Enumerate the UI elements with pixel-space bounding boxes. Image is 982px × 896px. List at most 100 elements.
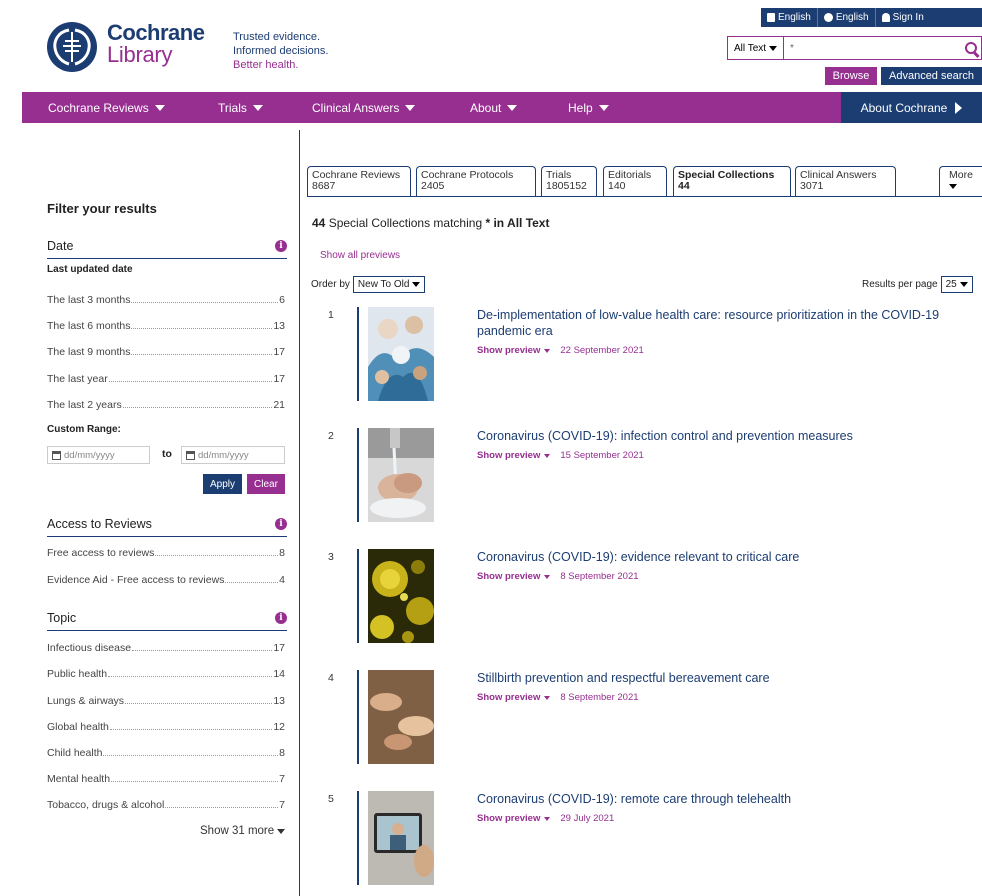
filter-option[interactable]: Lungs & airways 13: [47, 693, 285, 707]
tab-cochrane-reviews[interactable]: Cochrane Reviews 8687: [307, 166, 411, 197]
info-icon[interactable]: i: [275, 612, 287, 624]
tab-editorials[interactable]: Editorials 140: [603, 166, 667, 197]
result-meta: Show preview 15 September 2021: [477, 450, 644, 461]
chevron-down-icon: [405, 104, 416, 111]
show-preview-button[interactable]: Show preview: [477, 450, 540, 461]
chevron-down-icon: [544, 348, 551, 353]
result-thumbnail[interactable]: [368, 791, 434, 885]
result-number: 5: [328, 793, 334, 805]
chevron-down-icon: [277, 828, 286, 834]
chevron-down-icon: [949, 184, 957, 189]
result-title[interactable]: Coronavirus (COVID-19): evidence relevan…: [477, 549, 977, 565]
sidebar-divider: [299, 130, 300, 896]
result-thumbnail[interactable]: [368, 549, 434, 643]
date-from-input[interactable]: dd/mm/yyyy: [47, 446, 150, 464]
result-divider: [357, 549, 359, 643]
filter-option[interactable]: Evidence Aid - Free access to reviews 4: [47, 572, 285, 586]
show-preview-button[interactable]: Show preview: [477, 345, 540, 356]
tagline-1: Trusted evidence.: [233, 31, 321, 43]
nav-about[interactable]: About: [470, 92, 518, 123]
cochrane-logo[interactable]: [47, 22, 97, 72]
brand-library[interactable]: Library: [107, 44, 172, 66]
result-item: 2 Coronavirus (COVID-19): infection cont…: [310, 428, 982, 548]
show-more-topics[interactable]: Show 31 more: [200, 825, 286, 837]
apply-button[interactable]: Apply: [203, 474, 242, 494]
chevron-down-icon: [252, 104, 263, 111]
search-button[interactable]: [961, 37, 981, 59]
filter-option[interactable]: Tobacco, drugs & alcohol 7: [47, 797, 285, 811]
nav-trials[interactable]: Trials: [218, 92, 263, 123]
result-title[interactable]: Coronavirus (COVID-19): remote care thro…: [477, 791, 977, 807]
access-filter-heading[interactable]: Access to Reviews i: [47, 517, 287, 537]
filter-option[interactable]: Child health 8: [47, 745, 285, 759]
show-preview-button[interactable]: Show preview: [477, 813, 540, 824]
topic-filter-heading[interactable]: Topic i: [47, 611, 287, 631]
browse-button[interactable]: Browse: [825, 67, 877, 85]
search-scope-select[interactable]: All Text: [728, 37, 784, 59]
filter-option[interactable]: Free access to reviews 8: [47, 545, 285, 559]
filter-option[interactable]: The last 3 months 6: [47, 292, 285, 306]
show-preview-button[interactable]: Show preview: [477, 571, 540, 582]
result-number: 1: [328, 309, 334, 321]
result-date: 8 September 2021: [560, 571, 639, 582]
filter-option[interactable]: Infectious disease 17: [47, 640, 285, 654]
to-label: to: [162, 448, 172, 460]
results-per-page-select[interactable]: 25: [940, 276, 973, 293]
tagline-3: Better health.: [233, 59, 299, 71]
chevron-down-icon: [544, 816, 551, 821]
show-all-previews-link[interactable]: Show all previews: [320, 250, 400, 261]
chevron-down-icon: [959, 282, 968, 287]
result-meta: Show preview 29 July 2021: [477, 813, 614, 824]
result-meta: Show preview 22 September 2021: [477, 345, 644, 356]
date-to-input[interactable]: dd/mm/yyyy: [181, 446, 285, 464]
result-title[interactable]: Stillbirth prevention and respectful ber…: [477, 670, 977, 686]
filter-option[interactable]: The last 6 months 13: [47, 318, 285, 332]
access-filter: Access to Reviews i Free access to review…: [47, 517, 287, 586]
filter-option[interactable]: Mental health 7: [47, 771, 285, 785]
order-by: Order by New To Old: [311, 276, 426, 293]
language-link[interactable]: English: [761, 8, 818, 27]
result-thumbnail[interactable]: [368, 307, 434, 401]
result-divider: [357, 670, 359, 764]
user-icon: [881, 13, 890, 22]
order-by-select[interactable]: New To Old: [352, 276, 426, 293]
result-title[interactable]: Coronavirus (COVID-19): infection contro…: [477, 428, 977, 444]
tab-trials[interactable]: Trials 1805152: [541, 166, 597, 197]
sign-in-link[interactable]: Sign In: [876, 8, 930, 27]
search-icon: [965, 42, 977, 54]
info-icon[interactable]: i: [275, 240, 287, 252]
nav-about-cochrane[interactable]: About Cochrane: [841, 92, 982, 123]
tab-more[interactable]: More: [939, 166, 982, 197]
language-select[interactable]: English: [818, 8, 876, 27]
result-title[interactable]: De-implementation of low-value health ca…: [477, 307, 977, 339]
brand-name[interactable]: Cochrane: [107, 22, 205, 44]
result-date: 22 September 2021: [560, 345, 644, 356]
filter-option[interactable]: The last 2 years 21: [47, 397, 285, 411]
chevron-down-icon: [544, 695, 551, 700]
tab-special-collections[interactable]: Special Collections 44: [673, 166, 791, 197]
chevron-down-icon: [769, 45, 778, 51]
calendar-icon: [52, 450, 61, 460]
show-preview-button[interactable]: Show preview: [477, 692, 540, 703]
chevron-down-icon: [544, 453, 551, 458]
tagline-2: Informed decisions.: [233, 45, 329, 57]
chevron-right-icon: [955, 101, 963, 114]
result-thumbnail[interactable]: [368, 428, 434, 522]
result-divider: [357, 791, 359, 885]
filter-option[interactable]: The last 9 months 17: [47, 344, 285, 358]
tab-underline: [307, 196, 982, 197]
nav-clinical-answers[interactable]: Clinical Answers: [312, 92, 416, 123]
tab-clinical-answers[interactable]: Clinical Answers 3071: [795, 166, 896, 197]
info-icon[interactable]: i: [275, 518, 287, 530]
filter-option[interactable]: Public health 14: [47, 666, 285, 680]
filter-option[interactable]: The last year 17: [47, 371, 285, 385]
nav-cochrane-reviews[interactable]: Cochrane Reviews: [48, 92, 165, 123]
tab-cochrane-protocols[interactable]: Cochrane Protocols 2405: [416, 166, 536, 197]
nav-help[interactable]: Help: [568, 92, 609, 123]
advanced-search-button[interactable]: Advanced search: [881, 67, 982, 85]
search-input[interactable]: [784, 37, 961, 59]
result-thumbnail[interactable]: [368, 670, 434, 764]
clear-button[interactable]: Clear: [247, 474, 285, 494]
date-filter-heading[interactable]: Date i: [47, 239, 287, 259]
filter-option[interactable]: Global health 12: [47, 719, 285, 733]
